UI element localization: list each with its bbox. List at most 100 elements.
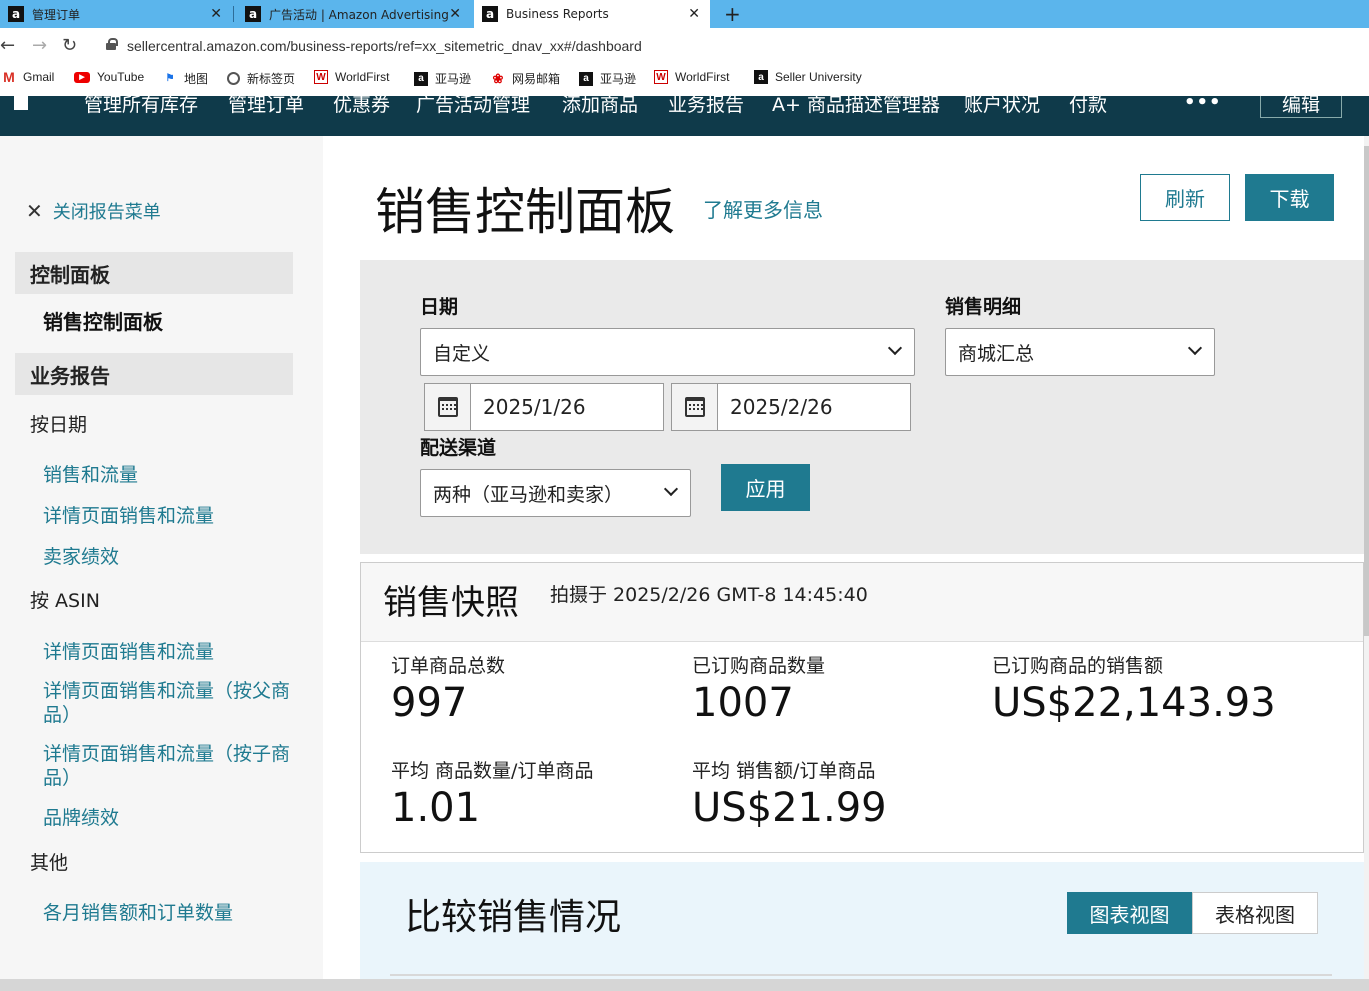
close-report-menu[interactable]: ✕ 关闭报告菜单 (26, 198, 161, 224)
new-tab-button[interactable]: + (724, 2, 741, 26)
tab-close-icon[interactable]: ✕ (210, 6, 222, 22)
nav-add-product[interactable]: 添加商品 (562, 96, 638, 117)
sidebar-group-by-date: 按日期 (30, 414, 88, 436)
sidebar-group-other: 其他 (30, 852, 69, 874)
refresh-button[interactable]: 刷新 (1140, 174, 1230, 221)
apply-button[interactable]: 应用 (721, 464, 810, 511)
start-date-field[interactable]: 2025/1/26 (424, 383, 664, 431)
chevron-down-icon (1187, 340, 1203, 356)
fulfillment-channel-label: 配送渠道 (420, 437, 497, 459)
end-date-field[interactable]: 2025/2/26 (671, 383, 911, 431)
sidebar-link-monthly-sales-orders[interactable]: 各月销售额和订单数量 (43, 901, 293, 925)
sidebar-link-sales-traffic[interactable]: 销售和流量 (43, 463, 293, 487)
amazon-favicon-icon: a (245, 6, 261, 22)
table-view-toggle[interactable]: 表格视图 (1192, 892, 1318, 934)
metric-label-total-order-items: 订单商品总数 (391, 655, 506, 677)
date-range-select[interactable]: 自定义 (420, 328, 915, 376)
page-title: 销售控制面板 (375, 183, 675, 241)
browser-tab-orders[interactable]: a 管理订单 ✕ (0, 0, 232, 28)
nav-account-health[interactable]: 账户状况 (964, 96, 1040, 117)
sidebar-group-by-asin: 按 ASIN (30, 590, 100, 612)
seller-top-nav: 管理所有库存 管理订单 优惠券 广告活动管理 添加商品 业务报告 A+ 商品描述… (0, 96, 1369, 136)
sidebar-item-sales-dashboard[interactable]: 销售控制面板 (43, 306, 163, 335)
calendar-icon[interactable] (672, 384, 718, 430)
reload-icon[interactable]: ↻ (62, 35, 77, 56)
calendar-icon[interactable] (425, 384, 471, 430)
bookmark-icon[interactable] (14, 96, 28, 110)
worldfirst-icon: W (654, 70, 668, 84)
globe-icon (227, 72, 240, 85)
horizontal-scrollbar[interactable] (0, 979, 1369, 991)
snapshot-timestamp: 拍摄于 2025/2/26 GMT-8 14:45:40 (550, 584, 868, 606)
metric-label-units-ordered: 已订购商品数量 (692, 655, 826, 677)
worldfirst-icon: W (314, 70, 328, 84)
bookmark-seller-university[interactable]: a Seller University (754, 70, 862, 84)
sidebar-link-asin-by-child[interactable]: 详情页面销售和流量（按子商品） (43, 742, 293, 790)
sales-breakdown-label: 销售明细 (945, 296, 1022, 318)
nav-coupons[interactable]: 优惠券 (333, 96, 390, 117)
divider (390, 974, 1332, 976)
sidebar-link-brand-performance[interactable]: 品牌绩效 (43, 806, 293, 830)
bookmark-youtube[interactable]: ▶ YouTube (74, 70, 144, 84)
bookmark-newtab[interactable]: 新标签页 (227, 70, 295, 87)
mail163-icon: ❀ (492, 70, 504, 86)
bookmark-gmail[interactable]: M Gmail (2, 69, 54, 85)
nav-business-reports[interactable]: 业务报告 (668, 96, 744, 117)
metric-value-units-ordered: 1007 (692, 680, 794, 726)
nav-manage-inventory[interactable]: 管理所有库存 (84, 96, 198, 117)
amazon-icon: a (754, 70, 768, 84)
browser-tab-business-reports[interactable]: a Business Reports ✕ (474, 0, 710, 28)
sales-breakdown-select[interactable]: 商城汇总 (945, 328, 1215, 376)
bookmark-amazon-2[interactable]: a 亚马逊 (579, 70, 636, 87)
sidebar-link-asin-detail-page[interactable]: 详情页面销售和流量 (43, 640, 293, 664)
gmail-icon: M (3, 69, 15, 85)
tab-close-icon[interactable]: ✕ (688, 6, 700, 22)
edit-nav-button[interactable]: 编辑 (1260, 96, 1342, 118)
chart-view-toggle[interactable]: 图表视图 (1067, 892, 1192, 934)
sidebar-link-seller-performance[interactable]: 卖家绩效 (43, 545, 293, 569)
forward-icon[interactable]: → (32, 35, 47, 56)
url-field[interactable]: sellercentral.amazon.com/business-report… (127, 38, 642, 54)
learn-more-link[interactable]: 了解更多信息 (703, 194, 823, 223)
bookmark-worldfirst[interactable]: W WorldFirst (314, 70, 389, 84)
bookmark-maps[interactable]: ⚑ 地图 (163, 70, 209, 87)
bookmark-worldfirst-2[interactable]: W WorldFirst (654, 70, 729, 84)
chevron-down-icon (663, 481, 679, 497)
tab-close-icon[interactable]: ✕ (449, 6, 461, 22)
sidebar-link-asin-by-parent[interactable]: 详情页面销售和流量（按父商品） (43, 679, 293, 727)
bookmark-amazon[interactable]: a 亚马逊 (414, 70, 471, 87)
browser-tab-advertising[interactable]: a 广告活动 | Amazon Advertising ✕ (237, 0, 471, 28)
nav-manage-orders[interactable]: 管理订单 (228, 96, 304, 117)
nav-aplus-manager[interactable]: A+ 商品描述管理器 (772, 96, 940, 117)
more-icon[interactable]: ••• (1184, 96, 1222, 113)
sidebar-section-dashboard[interactable]: 控制面板 (15, 252, 293, 294)
amazon-favicon-icon: a (482, 6, 498, 22)
nav-campaign-manager[interactable]: 广告活动管理 (416, 96, 530, 117)
scrollbar-thumb[interactable] (1364, 146, 1369, 636)
metric-value-total-order-items: 997 (391, 680, 468, 726)
back-icon[interactable]: ← (0, 35, 15, 56)
sales-snapshot-title: 销售快照 (383, 583, 519, 623)
fulfillment-channel-select[interactable]: 两种（亚马逊和卖家） (420, 469, 691, 517)
amazon-favicon-icon: a (8, 6, 24, 22)
tab-title: 管理订单 (32, 7, 81, 22)
vertical-scrollbar[interactable] (1364, 136, 1369, 979)
sidebar-link-detail-page-sales-traffic[interactable]: 详情页面销售和流量 (43, 504, 293, 528)
download-button[interactable]: 下载 (1245, 174, 1334, 221)
metric-value-avg-sales-per-item: US$21.99 (692, 785, 887, 831)
sidebar-section-business-reports[interactable]: 业务报告 (15, 353, 293, 395)
metric-label-ordered-product-sales: 已订购商品的销售额 (992, 655, 1164, 677)
compare-sales-title: 比较销售情况 (405, 897, 622, 938)
metric-label-avg-units-per-item: 平均 商品数量/订单商品 (391, 760, 594, 782)
bookmark-163mail[interactable]: ❀ 网易邮箱 (491, 70, 560, 87)
tab-title: Business Reports (506, 7, 609, 21)
metric-label-avg-sales-per-item: 平均 销售额/订单商品 (692, 760, 876, 782)
maps-icon: ⚑ (165, 73, 175, 84)
close-icon: ✕ (26, 199, 43, 223)
tab-separator (233, 6, 234, 22)
nav-payments[interactable]: 付款 (1069, 96, 1107, 117)
youtube-icon: ▶ (74, 71, 90, 83)
metric-value-ordered-product-sales: US$22,143.93 (992, 680, 1276, 726)
amazon-icon: a (414, 71, 428, 86)
lock-icon[interactable] (106, 38, 118, 50)
